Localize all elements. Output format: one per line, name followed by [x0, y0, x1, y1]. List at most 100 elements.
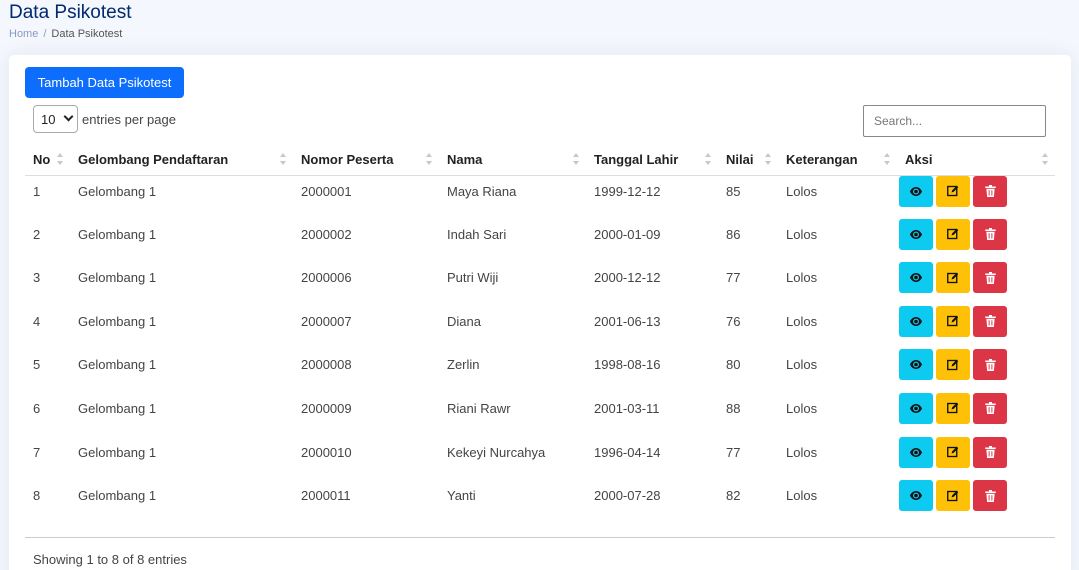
sort-icon [883, 153, 891, 167]
column-header[interactable]: Gelombang Pendaftaran [70, 145, 293, 176]
column-header[interactable]: Nilai [718, 145, 778, 176]
actions-cell [897, 480, 1055, 524]
sort-icon [764, 153, 772, 167]
table-cell: Lolos [786, 400, 818, 416]
trash-icon [984, 358, 996, 371]
edit-button[interactable] [936, 436, 970, 468]
table-header-row: No Gelombang Pendaftaran Nomor Peserta Nama… [25, 145, 1055, 176]
delete-button[interactable] [973, 480, 1007, 512]
view-button[interactable] [899, 218, 933, 250]
trash-icon [984, 228, 996, 241]
edit-button[interactable] [936, 262, 970, 294]
table-cell: Diana [447, 313, 481, 329]
edit-button[interactable] [936, 175, 970, 207]
breadcrumb-home[interactable]: Home [9, 28, 38, 40]
pencil-square-icon [947, 359, 959, 371]
column-header[interactable]: Nama [439, 145, 586, 176]
column-header-label: Keterangan [786, 152, 858, 168]
delete-button[interactable] [973, 436, 1007, 468]
column-header[interactable]: No [25, 145, 70, 176]
table-cell: Gelombang 1 [78, 444, 157, 460]
edit-button[interactable] [936, 305, 970, 337]
table-cell: 80 [726, 357, 741, 373]
column-header-label: Aksi [905, 152, 933, 168]
table-cell: Gelombang 1 [78, 357, 157, 373]
view-button[interactable] [899, 305, 933, 337]
view-button[interactable] [899, 262, 933, 294]
table-cell: 1 [33, 183, 41, 199]
table-cell: 88 [726, 400, 741, 416]
table-cell: 2000-01-09 [594, 226, 661, 242]
delete-button[interactable] [973, 349, 1007, 381]
table-cell: 7 [33, 444, 41, 460]
table-row: 5 Gelombang 1 2000008 Zerlin 1998-08-16 80 Lol… [25, 349, 1055, 393]
delete-button[interactable] [973, 218, 1007, 250]
table-cell: 6 [33, 400, 41, 416]
table-cell: Zerlin [447, 357, 480, 373]
edit-button[interactable] [936, 392, 970, 424]
table-cell: Riani Rawr [447, 400, 511, 416]
table-cell: Lolos [786, 183, 818, 199]
entries-per-page-value: 10 [41, 111, 56, 127]
view-button[interactable] [899, 480, 933, 512]
table-cell: 8 [33, 488, 41, 504]
column-header[interactable]: Aksi [897, 145, 1055, 176]
table-cell: 85 [726, 183, 741, 199]
view-button[interactable] [899, 436, 933, 468]
table-footer-divider [25, 537, 1055, 538]
column-header[interactable]: Keterangan [778, 145, 897, 176]
actions-cell [897, 349, 1055, 393]
breadcrumb-separator: / [43, 28, 47, 40]
edit-button[interactable] [936, 480, 970, 512]
table-cell: 1996-04-14 [594, 444, 661, 460]
table-cell: Gelombang 1 [78, 313, 157, 329]
edit-button[interactable] [936, 349, 970, 381]
view-button[interactable] [899, 175, 933, 207]
sort-icon [704, 153, 712, 167]
actions-cell [897, 436, 1055, 481]
delete-button[interactable] [973, 175, 1007, 207]
column-header-label: No [33, 152, 51, 168]
table-cell: Lolos [786, 444, 818, 460]
table-cell: Lolos [786, 488, 818, 504]
table-cell: Lolos [786, 270, 818, 286]
edit-button[interactable] [936, 218, 970, 250]
trash-icon [984, 271, 996, 284]
sort-icon [425, 153, 433, 167]
pencil-square-icon [947, 402, 959, 414]
search-input[interactable]: Search... [863, 105, 1046, 137]
table-cell: Gelombang 1 [78, 488, 157, 504]
breadcrumb-current: Data Psikotest [51, 28, 123, 40]
delete-button[interactable] [973, 392, 1007, 424]
add-psikotest-button[interactable]: Tambah Data Psikotest [25, 67, 184, 98]
table-cell: 1999-12-12 [594, 183, 661, 199]
entries-per-page-select[interactable]: 10 [33, 105, 78, 133]
eye-icon [910, 316, 922, 326]
column-header[interactable]: Nomor Peserta [293, 145, 439, 176]
table-cell: 2000008 [301, 357, 352, 373]
column-header[interactable]: Tanggal Lahir [586, 145, 718, 176]
table-cell: 2000007 [301, 313, 352, 329]
table-cell: 77 [726, 444, 741, 460]
delete-button[interactable] [973, 305, 1007, 337]
table-row: 6 Gelombang 1 2000009 Riani Rawr 2001-03-11 8… [25, 392, 1055, 437]
data-card: Tambah Data Psikotest 10 entries per pag… [9, 55, 1071, 570]
delete-button[interactable] [973, 262, 1007, 294]
table-cell: 76 [726, 313, 741, 329]
table-cell: Maya Riana [447, 183, 517, 199]
table-cell: 2001-03-11 [594, 400, 660, 416]
view-button[interactable] [899, 392, 933, 424]
table-row: 8 Gelombang 1 2000011 Yanti 2000-07-28 82 Lolo… [25, 480, 1055, 524]
psikotest-table: No Gelombang Pendaftaran Nomor Peserta Nama… [25, 145, 1055, 524]
table-cell: 2000009 [301, 400, 352, 416]
table-cell: 2000001 [301, 183, 352, 199]
trash-icon [984, 402, 996, 415]
table-cell: Kekeyi Nurcahya [447, 444, 546, 460]
column-header-label: Nilai [726, 152, 754, 168]
eye-icon [910, 186, 922, 196]
table-row: 7 Gelombang 1 2000010 Kekeyi Nurcahya 1996-0… [25, 436, 1055, 481]
actions-cell [897, 392, 1055, 437]
table-cell: 2000-12-12 [594, 270, 661, 286]
table-cell: 2 [33, 226, 41, 242]
view-button[interactable] [899, 349, 933, 381]
